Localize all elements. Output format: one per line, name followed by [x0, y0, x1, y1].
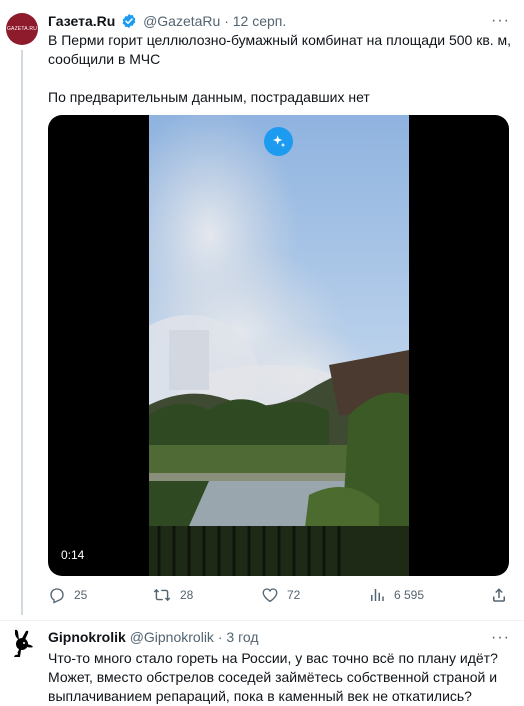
tweet-header: Газета.Ru @GazetaRu · 12 серп. [48, 13, 286, 32]
retweet-count: 28 [180, 588, 194, 602]
avatar-gipnokrolik[interactable] [5, 628, 37, 660]
tweet-text-line: По предварительным данным, пострадавших … [48, 89, 370, 105]
views-button[interactable]: 6 595 [368, 586, 424, 604]
like-count: 72 [287, 588, 301, 602]
tweet-timestamp[interactable]: 12 серп. [233, 13, 287, 29]
more-icon[interactable]: ··· [491, 13, 510, 29]
video-duration: 0:14 [56, 546, 90, 564]
thread-line [21, 50, 23, 615]
tweet-actions: 25 28 72 6 595 [48, 586, 514, 610]
author-name[interactable]: Газета.Ru [48, 13, 115, 29]
separator-dot: · [217, 629, 223, 645]
share-button[interactable] [490, 586, 508, 604]
tweet-text-line: сообщили в МЧС [48, 51, 161, 67]
avatar-logo-text: GAZETA.RU [6, 26, 38, 32]
share-icon [490, 586, 508, 604]
reply-icon [48, 586, 66, 604]
author-handle[interactable]: @GazetaRu [143, 13, 220, 29]
separator-dot: · [224, 13, 229, 29]
verified-badge-icon [121, 13, 137, 32]
avatar-gazetaru[interactable]: GAZETA.RU [6, 13, 38, 45]
views-icon [368, 586, 386, 604]
like-icon [261, 586, 279, 604]
video-frame-fire-scene[interactable] [149, 115, 409, 576]
retweet-button[interactable]: 28 [152, 586, 193, 604]
playboy-bunny-icon [5, 629, 37, 664]
tweet-gazetaru[interactable]: GAZETA.RU Газета.Ru @GazetaRu · 12 серп.… [0, 0, 524, 621]
sparkle-icon[interactable] [264, 127, 293, 156]
author-name[interactable]: Gipnokrolik [48, 629, 126, 645]
author-handle[interactable]: @Gipnokrolik [130, 629, 214, 645]
like-button[interactable]: 72 [261, 586, 300, 604]
tweet-header: Gipnokrolik @Gipnokrolik · 3 год [48, 629, 259, 645]
video-player[interactable]: 0:14 [48, 115, 509, 576]
views-count: 6 595 [394, 588, 425, 602]
tweet-text-line: В Перми горит целлюлозно-бумажный комбин… [48, 32, 512, 48]
reply-button[interactable]: 25 [48, 586, 87, 604]
reply-count: 25 [74, 588, 88, 602]
tweet-timestamp[interactable]: 3 год [226, 629, 258, 645]
retweet-icon [152, 586, 172, 604]
more-icon[interactable]: ··· [491, 630, 510, 646]
tweet-text: Что-то много стало гореть на России, у в… [48, 650, 498, 704]
tweet-gipnokrolik[interactable]: Gipnokrolik @Gipnokrolik · 3 год ··· Что… [0, 620, 524, 706]
